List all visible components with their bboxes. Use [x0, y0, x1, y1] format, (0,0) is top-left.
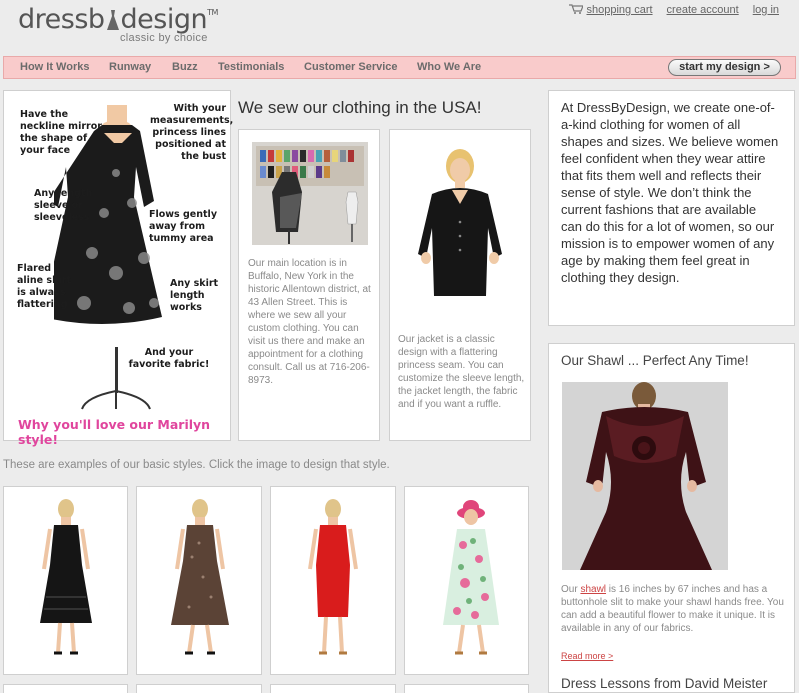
shawl-text-before: Our — [561, 584, 581, 595]
style-thumbnail[interactable] — [270, 486, 396, 675]
shopping-cart-icon[interactable] — [568, 4, 583, 14]
shawl-model-photo[interactable] — [562, 382, 728, 570]
note-neckline: Have the neckline mirror the shape of yo… — [20, 109, 102, 156]
note-sleeve: Any length sleeve or sleeveless — [34, 188, 93, 223]
shawl-panel: Our Shawl ... Perfect Any Time! Our shaw… — [548, 343, 795, 693]
trademark: TM — [207, 8, 218, 17]
create-account-link[interactable]: create account — [667, 4, 739, 16]
jacket-model-photo — [404, 146, 516, 296]
note-tummy: Flows gently away from tummy area — [149, 209, 218, 244]
logo-tagline: classic by choice — [120, 32, 208, 44]
nav-testimonials[interactable]: Testimonials — [218, 61, 284, 73]
location-text: Our main location is in Buffalo, New Yor… — [248, 258, 371, 386]
note-length: Any skirt length works — [170, 278, 219, 313]
note-fabric: And your favorite fabric! — [128, 347, 210, 370]
dress-logo-icon — [106, 10, 119, 30]
marilyn-style-panel[interactable]: Have the neckline mirror the shape of yo… — [3, 90, 234, 447]
main-nav: How It Works Runway Buzz Testimonials Cu… — [3, 56, 796, 79]
login-link[interactable]: log in — [753, 4, 779, 16]
read-more-link[interactable]: Read more > — [561, 651, 613, 661]
style-thumbnail[interactable] — [3, 486, 128, 675]
floral-dress-photo — [443, 500, 499, 655]
about-panel: At DressByDesign, we create one-of-a-kin… — [548, 90, 795, 326]
style-thumbnail[interactable] — [136, 486, 262, 675]
jacket-card: Our jacket is a classic design with a fl… — [389, 129, 531, 441]
location-card: Our main location is in Buffalo, New Yor… — [238, 129, 380, 441]
shawl-link[interactable]: shawl — [580, 584, 606, 595]
shawl-text: Our shawl is 16 inches by 67 inches and … — [561, 583, 789, 635]
examples-caption: These are examples of our basic styles. … — [3, 459, 390, 471]
style-thumbnail[interactable] — [136, 684, 262, 693]
logo-text-left: dressb — [18, 4, 105, 35]
marilyn-tagline[interactable]: Why you'll love our Marilyn style! — [18, 417, 230, 447]
shopping-cart-link[interactable]: shopping cart — [587, 4, 653, 16]
shawl-heading: Our Shawl ... Perfect Any Time! — [561, 353, 749, 368]
site-logo[interactable]: dressb designTM — [18, 4, 218, 35]
nav-runway[interactable]: Runway — [109, 61, 151, 73]
logo-text-right: design — [120, 4, 208, 35]
style-thumbnail[interactable] — [3, 684, 128, 693]
note-skirt: Flared aline skirt is always flattering — [17, 263, 71, 310]
start-my-design-button[interactable]: start my design > — [668, 59, 781, 76]
style-thumbnail[interactable] — [404, 684, 529, 693]
style-thumbnail[interactable] — [270, 684, 396, 693]
style-thumbnail[interactable] — [404, 486, 529, 675]
nav-customer-service[interactable]: Customer Service — [304, 61, 398, 73]
brown-print-dress-photo — [171, 499, 229, 655]
red-sheath-dress-photo — [308, 499, 358, 655]
usa-heading: We sew our clothing in the USA! — [238, 98, 482, 117]
nav-who-we-are[interactable]: Who We Are — [417, 61, 481, 73]
nav-how-it-works[interactable]: How It Works — [20, 61, 89, 73]
nav-buzz[interactable]: Buzz — [172, 61, 198, 73]
dress-lessons-heading: Dress Lessons from David Meister — [561, 676, 768, 691]
black-tiered-dress-photo — [40, 499, 92, 655]
sewing-studio-photo — [252, 142, 368, 245]
note-princess-lines: With your measurements, princess lines p… — [150, 103, 234, 162]
about-text: At DressByDesign, we create one-of-a-kin… — [561, 100, 779, 285]
jacket-text: Our jacket is a classic design with a fl… — [398, 334, 525, 410]
top-links: shopping cart create account log in — [568, 4, 779, 16]
